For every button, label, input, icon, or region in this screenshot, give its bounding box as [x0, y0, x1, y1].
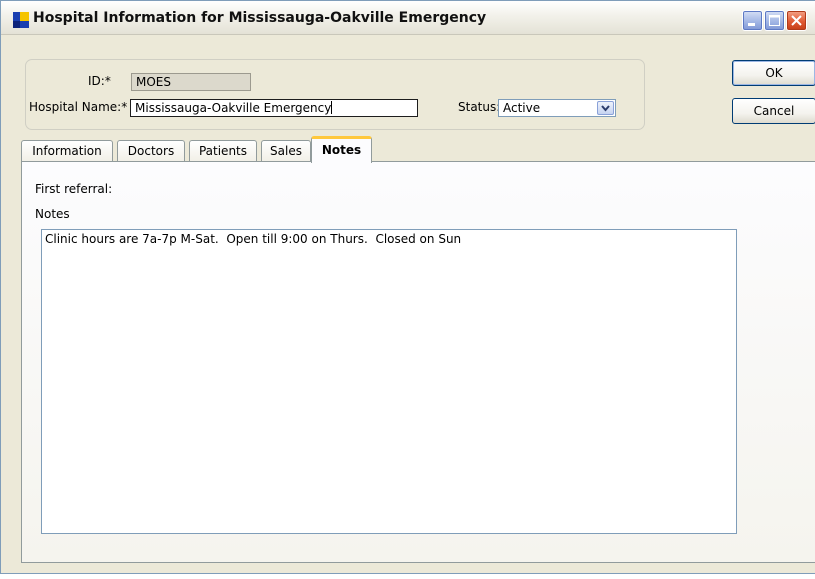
- hospital-header-group: ID:* MOES Hospital Name:* Mississauga-Oa…: [25, 59, 645, 130]
- status-value: Active: [503, 101, 541, 115]
- tab-doctors[interactable]: Doctors: [117, 140, 185, 162]
- first-referral-label: First referral:: [35, 182, 113, 196]
- window-title: Hospital Information for Mississauga-Oak…: [33, 10, 487, 26]
- notes-textarea[interactable]: Clinic hours are 7a-7p M-Sat. Open till …: [41, 229, 737, 534]
- id-field[interactable]: MOES: [131, 73, 251, 91]
- close-button[interactable]: [786, 10, 807, 31]
- cancel-button[interactable]: Cancel: [732, 98, 815, 124]
- notes-tab-panel: First referral: Notes Clinic hours are 7…: [21, 161, 815, 563]
- dialog-window: Hospital Information for Mississauga-Oak…: [0, 0, 815, 574]
- minimize-button[interactable]: [742, 10, 763, 31]
- status-label: Status:: [458, 100, 501, 114]
- title-bar[interactable]: Hospital Information for Mississauga-Oak…: [1, 1, 815, 35]
- notes-label: Notes: [35, 207, 70, 221]
- status-select[interactable]: Active: [498, 99, 616, 117]
- tab-sales[interactable]: Sales: [261, 140, 311, 162]
- ok-button[interactable]: OK: [732, 60, 815, 86]
- tab-patients[interactable]: Patients: [189, 140, 257, 162]
- hospital-name-value: Mississauga-Oakville Emergency: [135, 101, 332, 115]
- dialog-client-area: ID:* MOES Hospital Name:* Mississauga-Oa…: [7, 35, 815, 569]
- chevron-down-icon: [601, 105, 610, 112]
- tab-information[interactable]: Information: [21, 140, 113, 162]
- tab-strip: Information Doctors Patients Sales Notes: [21, 136, 721, 163]
- maximize-button[interactable]: [764, 10, 785, 31]
- maximize-icon: [769, 15, 780, 26]
- app-flag-icon: [13, 12, 29, 28]
- text-caret: [331, 101, 333, 114]
- dropdown-button[interactable]: [597, 101, 614, 115]
- tab-notes[interactable]: Notes: [311, 136, 372, 163]
- minimize-icon: [748, 23, 755, 26]
- close-icon: [791, 15, 802, 26]
- hospital-name-label: Hospital Name:*: [29, 100, 128, 114]
- hospital-name-field[interactable]: Mississauga-Oakville Emergency: [130, 99, 418, 117]
- id-label: ID:*: [88, 74, 111, 88]
